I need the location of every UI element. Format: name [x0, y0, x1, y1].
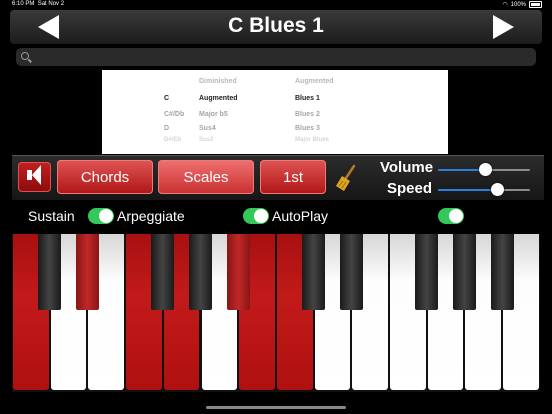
- toggle-knob: [254, 209, 268, 223]
- next-scale-arrow-icon[interactable]: [493, 15, 514, 39]
- picker-scale: Blues 1: [295, 95, 320, 102]
- speed-slider-fill: [438, 189, 497, 191]
- black-key[interactable]: [151, 234, 175, 310]
- inversion-button[interactable]: 1st: [260, 160, 326, 194]
- picker-row-selected[interactable]: C Augmented Blues 1: [102, 95, 448, 109]
- search-input[interactable]: [34, 49, 533, 67]
- speed-label: Speed: [387, 180, 433, 197]
- picker-type: Diminished: [199, 78, 237, 85]
- speaker-icon: [27, 165, 41, 185]
- picker-scale: Major Blues: [295, 137, 330, 143]
- picker-row[interactable]: Diminished Augmented: [102, 78, 448, 92]
- arpeggiate-label: Arpeggiate: [117, 208, 185, 224]
- mute-button[interactable]: [18, 162, 51, 192]
- chords-button[interactable]: Chords: [57, 160, 153, 194]
- black-key[interactable]: [38, 234, 62, 310]
- black-key[interactable]: [226, 234, 250, 310]
- picker-scale: Blues 2: [295, 111, 320, 118]
- autoplay-label: AutoPlay: [272, 208, 329, 224]
- picker-root: D: [164, 125, 170, 132]
- autoplay-toggle[interactable]: [438, 208, 464, 224]
- speed-slider[interactable]: [438, 183, 530, 196]
- picker-root: D#/Eb: [164, 137, 182, 143]
- speed-slider-thumb[interactable]: [490, 183, 504, 196]
- picker-row[interactable]: D#/Eb Sus2 Major Blues: [102, 137, 448, 151]
- toggle-knob: [449, 209, 463, 223]
- battery-icon: [529, 1, 542, 8]
- volume-label: Volume: [380, 159, 434, 176]
- status-bar: 6:10 PM Sat Nov 2 ◠ 100%: [0, 0, 552, 9]
- black-key[interactable]: [339, 234, 363, 310]
- black-key[interactable]: [302, 234, 326, 310]
- broom-icon[interactable]: [334, 164, 358, 192]
- picker-row[interactable]: C#/Db Major b5 Blues 2: [102, 111, 448, 125]
- sustain-toggle[interactable]: [88, 208, 114, 224]
- picker-type: Sus4: [199, 125, 216, 132]
- wifi-icon: ◠: [502, 2, 508, 8]
- sustain-label: Sustain: [28, 208, 75, 224]
- scales-button[interactable]: Scales: [158, 160, 254, 194]
- arpeggiate-toggle[interactable]: [243, 208, 269, 224]
- picker-type: Major b5: [199, 111, 228, 118]
- picker-scale: Blues 3: [295, 125, 320, 132]
- search-bar[interactable]: [16, 48, 536, 67]
- volume-slider-fill: [438, 169, 485, 171]
- picker-type: Augmented: [199, 95, 238, 102]
- toggle-knob: [99, 209, 113, 223]
- scale-picker[interactable]: Diminished Augmented C Augmented Blues 1…: [102, 70, 448, 154]
- black-key[interactable]: [75, 234, 99, 310]
- black-key[interactable]: [415, 234, 439, 310]
- battery-percent: 100%: [510, 1, 526, 8]
- status-right: ◠ 100%: [502, 1, 542, 8]
- black-key[interactable]: [490, 234, 514, 310]
- control-bar: Chords Scales 1st Volume Speed: [12, 155, 544, 200]
- status-date: Sat Nov 2: [37, 1, 65, 7]
- page-title: C Blues 1: [228, 14, 324, 37]
- picker-type: Sus2: [199, 137, 214, 143]
- picker-root: C: [164, 95, 170, 102]
- search-icon: [21, 52, 29, 60]
- status-time: 6:10 PM: [12, 1, 35, 7]
- title-bar: C Blues 1: [10, 10, 542, 44]
- status-time-date: 6:10 PM Sat Nov 2: [12, 1, 64, 7]
- volume-slider-thumb[interactable]: [478, 163, 492, 176]
- volume-slider[interactable]: [438, 163, 530, 176]
- black-key[interactable]: [452, 234, 476, 310]
- picker-scale: Augmented: [295, 78, 334, 85]
- picker-root: C#/Db: [164, 111, 185, 118]
- home-indicator: [206, 406, 346, 409]
- black-key[interactable]: [189, 234, 212, 310]
- piano-keyboard[interactable]: [12, 234, 540, 392]
- options-bar: Sustain Arpeggiate AutoPlay: [0, 203, 552, 229]
